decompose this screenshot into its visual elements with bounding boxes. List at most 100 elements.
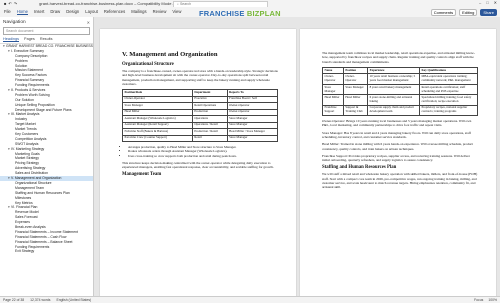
table-row: Head Miller Head Miller 6 years stone-mill… (322, 94, 479, 106)
nav-heading-label: Solution (15, 63, 28, 68)
table-cell: Store Manager (322, 83, 344, 96)
nav-tab-pages[interactable]: Pages (24, 37, 35, 42)
nav-heading-label: Revenue Model (15, 210, 39, 215)
nav-heading-label: Exit Strategy (15, 249, 35, 254)
nav-heading-label: Organizational Structure (15, 180, 52, 185)
close-icon[interactable]: ✕ (87, 20, 90, 25)
nav-heading-label: Management Team (15, 185, 44, 190)
table-cell: 10 years retail business ownership; 5 ye… (367, 73, 420, 85)
maximize-icon[interactable]: □ (486, 0, 488, 5)
nav-heading-item[interactable]: Exit Strategy (0, 249, 93, 254)
nav-heading-label: Financial Summary (15, 78, 45, 83)
nav-heading-label: Unique Selling Proposition (15, 102, 55, 107)
document-canvas[interactable]: V. Management and Organization Organizat… (94, 17, 500, 296)
nav-heading-label: Our Solution (15, 97, 34, 102)
table-cell: 8 years retail bakery management (367, 83, 420, 96)
table-cell: Part-time Crew (Counter Support) (122, 134, 193, 143)
subheading: Organizational Structure (122, 62, 174, 67)
nav-heading-label: VI. Financial Plan (11, 205, 38, 210)
nav-heading-label: Problem Worth Solving (15, 92, 50, 97)
paragraph: Head Miller: Trained in stone milling wi… (322, 142, 474, 151)
table-cell: Owner-Operator (342, 73, 369, 85)
bullet-list: Arranges production, quality to Head Mil… (128, 145, 278, 158)
paragraph: Owner-Operator: Brings 10 years running … (322, 119, 472, 128)
paragraph: The management team combines local marke… (322, 51, 475, 64)
nav-heading-label: Expenses (15, 220, 30, 225)
nav-search-input[interactable]: Search document (3, 27, 90, 35)
nav-heading-label: V. Management and Organization (11, 176, 62, 181)
list-item: Uses cross-training so crew supports bot… (128, 154, 278, 158)
nav-heading-label: Financial Statements – Income Statement (15, 229, 78, 234)
tab-draw[interactable]: Draw (50, 9, 60, 15)
word-count[interactable]: 12,374 words (30, 298, 50, 302)
table-row: Store Manager Store Manager 8 years retail… (322, 83, 479, 96)
nav-heading-label: Mission Statement (15, 68, 43, 73)
nav-heading-label: Financial Statements – Cash Flow (15, 234, 67, 239)
redo-icon[interactable]: ↷ (14, 1, 17, 6)
navigation-pane: Navigation ✕ Search document Headings Pag… (0, 17, 94, 296)
comments-button[interactable]: Comments (430, 9, 457, 16)
table-cell: Head Miller (342, 94, 369, 106)
nav-tab-results[interactable]: Results (40, 37, 53, 42)
table-cell: Proprietary recipes, national supplier c… (418, 104, 479, 117)
save-icon[interactable]: ■ (4, 1, 6, 6)
paragraph: Franchise Support: Provides proprietary … (322, 153, 470, 163)
tab-layout[interactable]: Layout (85, 9, 98, 15)
quick-access-toolbar: ■ ↶ ↷ (4, 1, 17, 6)
tab-references[interactable]: References (104, 9, 125, 15)
editing-button[interactable]: Editing (459, 9, 478, 16)
tab-design[interactable]: Design (66, 9, 79, 15)
tab-review[interactable]: Review (153, 9, 167, 15)
tab-mailings[interactable]: Mailings (131, 9, 146, 15)
tab-insert[interactable]: Insert (34, 9, 44, 15)
tab-home[interactable]: Home (16, 9, 28, 15)
focus-button[interactable]: Focus (474, 298, 483, 302)
tab-view[interactable]: View (172, 9, 181, 15)
paragraph: We will staff a mixed retail and wholesa… (322, 172, 478, 190)
nav-tab-headings[interactable]: Headings (3, 37, 20, 42)
window-controls: – □ ✕ (479, 0, 497, 5)
language[interactable]: English (United States) (56, 298, 91, 302)
table-cell: Support & Training Club (342, 104, 369, 117)
nav-heading-label: Marketing Goals (15, 151, 40, 156)
nav-heading-label: II. Products & Services (11, 88, 46, 93)
table-row: Franchise Support Support & Training Club… (322, 104, 479, 117)
section-heading: V. Management and Organization (122, 51, 218, 58)
nav-heading-label: Industry (15, 117, 28, 122)
paragraph: The company is a franchisee-owned, owner… (122, 69, 278, 86)
undo-icon[interactable]: ↶ (8, 1, 11, 6)
minimize-icon[interactable]: – (479, 0, 481, 5)
nav-heading-label: Company Description (15, 53, 48, 58)
nav-heading-label: Problem (15, 58, 28, 63)
document-page: V. Management and Organization Organizat… (100, 29, 296, 296)
close-icon[interactable]: ✕ (494, 0, 497, 5)
table-cell: Owner-Operator (322, 73, 344, 85)
table-cell: Corporate supply chain and product devel… (367, 104, 420, 117)
nav-heading-label: Market Strategy (15, 156, 39, 161)
title-bar: ■ ↶ ↷ grant-harvest-bread-co-franchise-b… (0, 0, 500, 8)
table-cell: Retail (191, 134, 228, 143)
tab-file[interactable]: File (4, 9, 11, 15)
subheading: Management Team (122, 172, 162, 178)
nav-heading-label: Key Metrics (15, 200, 33, 205)
org-structure-table: Position/Role Department Reports To Owner-… (122, 89, 279, 143)
nav-title: Navigation (3, 20, 26, 25)
nav-heading-label: Sales and Distribution (15, 171, 48, 176)
nav-heading-label: Development Stage and Future Plans (15, 107, 72, 112)
table-cell: MBA-equivalent operations training; comm… (418, 73, 479, 85)
paragraph: Store Manager: Has 8 years in retail and… (322, 130, 471, 139)
nav-heading-label: Advertising Strategy (15, 166, 46, 171)
nav-heading-label: Break-even Analysis (15, 224, 46, 229)
zoom-level[interactable]: 100% (488, 298, 497, 302)
page-count[interactable]: Page 22 of 38 (3, 298, 24, 302)
nav-heading-label: I. Executive Summary (11, 48, 44, 53)
nav-heading-label: Pricing Strategy (15, 161, 39, 166)
ribbon-right-buttons: Comments Editing Share (430, 9, 497, 16)
nav-heading-label: GRANT HARVEST BREAD CO. FRANCHISE BUSINE… (6, 44, 93, 48)
table-row: Owner-Operator Owner-Operator 10 years ret… (322, 73, 479, 85)
nav-heading-label: Sales Forecast (15, 215, 38, 220)
table-cell: Store Manager (226, 134, 279, 143)
share-button[interactable]: Share (480, 9, 497, 16)
nav-heading-list: ▾GRANT HARVEST BREAD CO. FRANCHISE BUSIN… (0, 44, 93, 254)
nav-heading-label: Staffing and Human Resources Plan (15, 190, 70, 195)
